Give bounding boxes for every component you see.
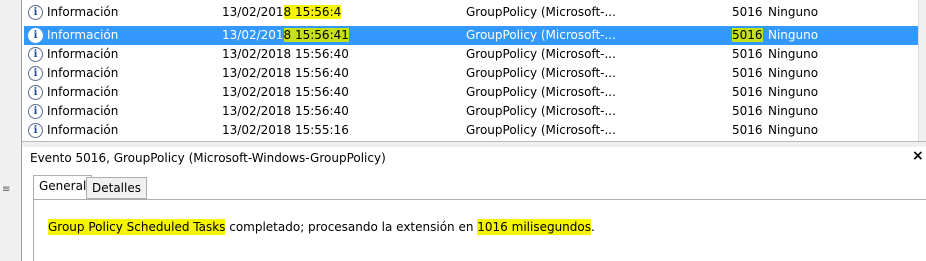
source-cell: GroupPolicy (Microsoft-... bbox=[466, 66, 616, 80]
vertical-scrollbar[interactable] bbox=[918, 0, 926, 141]
table-row[interactable]: i Información 13/02/2018 15:56:40 GroupP… bbox=[24, 83, 918, 102]
event-id-cell: 5016 bbox=[732, 123, 763, 137]
task-category-cell: Ninguno bbox=[768, 28, 819, 42]
info-icon: i bbox=[28, 85, 43, 100]
level-cell: Información bbox=[47, 104, 119, 118]
left-separator bbox=[21, 0, 22, 261]
event-id-cell: 5016 bbox=[732, 66, 763, 80]
message-text: completado; procesando la extensión en bbox=[225, 220, 478, 234]
message-task-name: Group Policy Scheduled Tasks bbox=[48, 219, 226, 235]
level-cell: Información bbox=[47, 123, 119, 137]
table-row[interactable]: i Información 13/02/2018 15:56:40 GroupP… bbox=[24, 102, 918, 121]
table-row[interactable]: i Información 13/02/2018 15:56:4 GroupPo… bbox=[24, 5, 918, 22]
message-period: . bbox=[591, 220, 595, 234]
event-id-cell: 5016 bbox=[732, 5, 763, 19]
event-message: Group Policy Scheduled Tasks completado;… bbox=[48, 219, 595, 235]
task-category-cell: Ninguno bbox=[768, 123, 819, 137]
pane-splitter[interactable] bbox=[22, 141, 926, 147]
source-cell: GroupPolicy (Microsoft-... bbox=[466, 47, 616, 61]
task-category-cell: Ninguno bbox=[768, 47, 819, 61]
event-id-cell: 5016 bbox=[732, 104, 763, 118]
source-cell: GroupPolicy (Microsoft-... bbox=[466, 85, 616, 99]
date-cell: 13/02/2018 15:55:16 bbox=[222, 123, 349, 137]
event-id-cell: 5016 bbox=[732, 28, 763, 42]
close-icon[interactable]: × bbox=[912, 148, 924, 164]
event-id-cell: 5016 bbox=[732, 47, 763, 61]
level-cell: Información bbox=[47, 28, 119, 42]
event-detail-title: Evento 5016, GroupPolicy (Microsoft-Wind… bbox=[30, 151, 386, 165]
level-cell: Información bbox=[47, 85, 119, 99]
info-icon: i bbox=[28, 28, 43, 43]
general-tab-panel: Group Policy Scheduled Tasks completado;… bbox=[33, 199, 926, 261]
date-cell: 13/02/2018 15:56:40 bbox=[222, 47, 349, 61]
task-category-cell: Ninguno bbox=[768, 66, 819, 80]
source-cell: GroupPolicy (Microsoft-... bbox=[466, 28, 616, 42]
info-icon: i bbox=[28, 66, 43, 81]
table-row[interactable]: i Información 13/02/2018 15:56:40 GroupP… bbox=[24, 64, 918, 83]
level-cell: Información bbox=[47, 66, 119, 80]
source-cell: GroupPolicy (Microsoft-... bbox=[466, 5, 616, 19]
event-list[interactable]: i Información 13/02/2018 15:56:4 GroupPo… bbox=[24, 5, 918, 141]
source-cell: GroupPolicy (Microsoft-... bbox=[466, 104, 616, 118]
table-row[interactable]: i Información 13/02/2018 15:56:40 GroupP… bbox=[24, 45, 918, 64]
source-cell: GroupPolicy (Microsoft-... bbox=[466, 123, 616, 137]
table-row-selected[interactable]: i Información 13/02/2018 15:56:41 GroupP… bbox=[24, 26, 918, 45]
date-cell: 13/02/2018 15:56:41 bbox=[222, 28, 349, 42]
info-icon: i bbox=[28, 47, 43, 62]
task-category-cell: Ninguno bbox=[768, 5, 819, 19]
splitter-grip-icon[interactable]: ≡ bbox=[2, 184, 10, 195]
info-icon: i bbox=[28, 123, 43, 138]
info-icon: i bbox=[28, 104, 43, 119]
info-icon: i bbox=[28, 5, 43, 20]
date-cell: 13/02/2018 15:56:4 bbox=[222, 5, 342, 19]
level-cell: Información bbox=[47, 47, 119, 61]
tab-general[interactable]: General bbox=[33, 175, 93, 199]
task-category-cell: Ninguno bbox=[768, 85, 819, 99]
message-duration: 1016 milisegundos bbox=[477, 219, 591, 235]
task-category-cell: Ninguno bbox=[768, 104, 819, 118]
table-row[interactable]: i Información 13/02/2018 15:55:16 GroupP… bbox=[24, 121, 918, 140]
tab-detalles[interactable]: Detalles bbox=[86, 177, 147, 199]
left-panel-edge: ≡ bbox=[0, 0, 22, 261]
level-cell: Información bbox=[47, 5, 119, 19]
date-cell: 13/02/2018 15:56:40 bbox=[222, 66, 349, 80]
date-cell: 13/02/2018 15:56:40 bbox=[222, 104, 349, 118]
date-cell: 13/02/2018 15:56:40 bbox=[222, 85, 349, 99]
event-id-cell: 5016 bbox=[732, 85, 763, 99]
